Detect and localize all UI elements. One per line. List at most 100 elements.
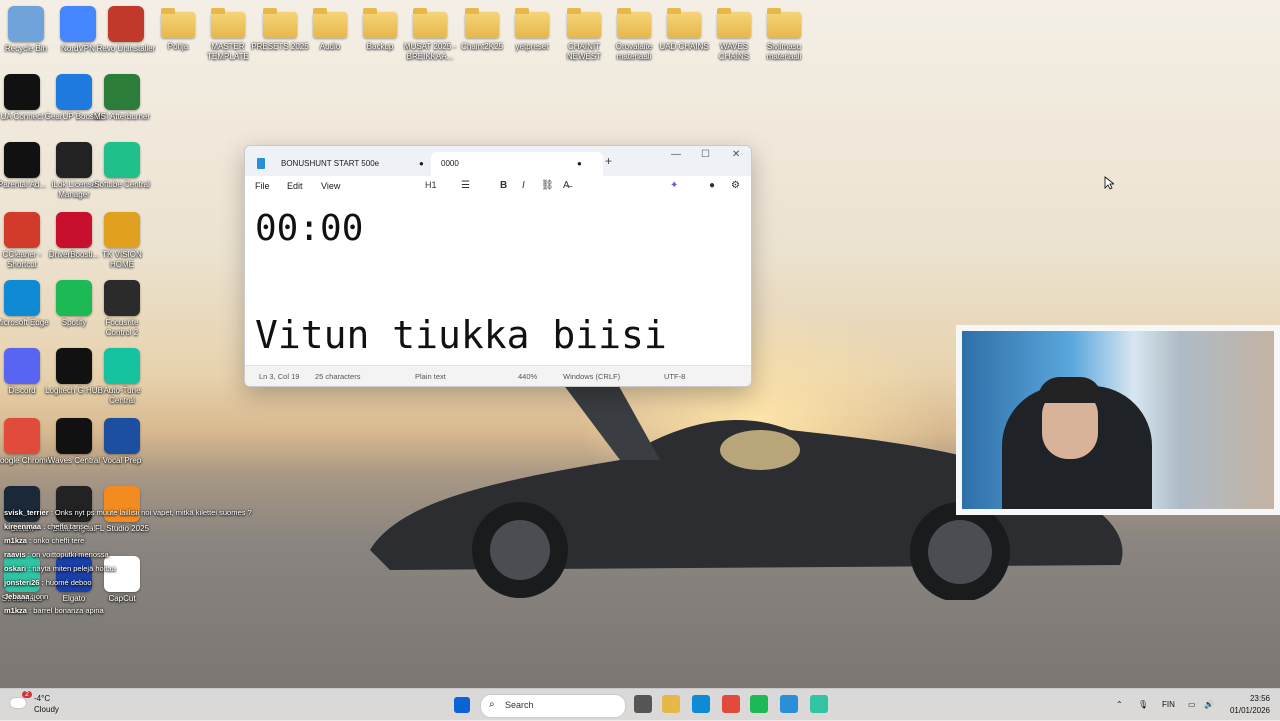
folder-icon <box>767 8 801 38</box>
taskbar: 2 -4°C Cloudy ⌕ Search ⌃ 🎙 FIN ▭ 🔊 23:56… <box>0 688 1280 721</box>
nordvpn-icon <box>60 6 96 42</box>
weather-description[interactable]: Cloudy <box>34 705 59 714</box>
chat-text: cheffo tansei <box>47 522 90 531</box>
streamlabs-taskbar-icon[interactable] <box>810 695 828 713</box>
search-placeholder: Search <box>505 700 534 710</box>
shortcut-label: Auto-Tune Central <box>103 386 141 405</box>
windows-start-icon[interactable] <box>454 697 470 713</box>
webcam-feed <box>962 331 1274 509</box>
folder-shortcut[interactable]: Siviimasu materiaali <box>754 6 814 62</box>
softube-shortcut[interactable]: Softube Central <box>92 142 152 190</box>
weather-cloud-icon[interactable] <box>10 698 26 708</box>
task-view-icon[interactable] <box>634 695 652 713</box>
msi-icon <box>104 74 140 110</box>
tab-label: BONUSHUNT START 500e <box>281 159 380 168</box>
notepad-taskbar-icon[interactable] <box>780 695 798 713</box>
folder-shortcut[interactable]: MASTER TEMPLATE <box>198 6 258 62</box>
autotune-shortcut[interactable]: Auto-Tune Central <box>92 348 152 406</box>
volume-icon[interactable]: 🔊 <box>1204 700 1214 709</box>
notepad-menu-bar: File Edit View H1 ☰ B I ⛓ A̶ ✦ ● ⚙ <box>245 176 751 198</box>
encoding[interactable]: UTF-8 <box>664 372 685 381</box>
menu-file[interactable]: File <box>255 181 270 191</box>
folder-icon <box>263 8 297 38</box>
chat-username: raavis <box>4 550 26 559</box>
revo-shortcut[interactable]: Revo Uninstaller <box>96 6 156 54</box>
notepad-window[interactable]: BONUSHUNT START 500e ● 0000 ● + — ☐ ✕ Fi… <box>244 145 752 387</box>
chat-text: onko cheffi tere <box>33 536 85 545</box>
clear-format-icon[interactable]: A̶ <box>563 180 570 191</box>
spotify-taskbar-icon[interactable] <box>750 695 768 713</box>
menu-view[interactable]: View <box>321 181 340 191</box>
account-icon[interactable]: ● <box>709 180 715 191</box>
parental-advisory-icon <box>4 142 40 178</box>
driverbooster-icon <box>56 212 92 248</box>
notepad-icon <box>257 158 265 169</box>
bold-button[interactable]: B <box>500 180 507 191</box>
msi-shortcut[interactable]: MSI Afterburner <box>92 74 152 122</box>
settings-gear-icon[interactable]: ⚙ <box>731 180 740 191</box>
new-tab-button[interactable]: + <box>605 154 612 168</box>
shortcut-label: Revo Uninstaller <box>96 44 156 53</box>
chat-message: Jebaaa : onn <box>4 590 274 604</box>
shortcut-label: Siviimasu materiaali <box>766 42 802 61</box>
spotify-icon <box>56 280 92 316</box>
minimize-button[interactable]: — <box>671 149 681 160</box>
tk-vision-icon <box>104 212 140 248</box>
notepad-status-bar: Ln 3, Col 19 25 characters Plain text 44… <box>245 365 751 386</box>
chat-text: huomé deboo <box>45 578 92 587</box>
chrome-taskbar-icon[interactable] <box>722 695 740 713</box>
system-clock[interactable]: 23:56 01/01/2026 <box>1226 693 1270 717</box>
menu-edit[interactable]: Edit <box>287 181 303 191</box>
unsaved-dot-icon: ● <box>577 159 582 168</box>
folder-shortcut[interactable]: MUSAT 2025 - BREIKKAA... <box>400 6 460 62</box>
chrome-icon <box>4 418 40 454</box>
line-endings[interactable]: Windows (CRLF) <box>563 372 620 381</box>
chat-username: svisk_terrier <box>4 508 49 517</box>
folder-icon <box>465 8 499 38</box>
folder-icon <box>161 8 195 38</box>
close-button[interactable]: ✕ <box>732 149 740 160</box>
link-icon[interactable]: ⛓ <box>541 180 554 191</box>
character-count: 25 characters <box>315 372 361 381</box>
autotune-icon <box>104 348 140 384</box>
language-indicator[interactable]: FIN <box>1162 700 1175 709</box>
shortcut-label: Softube Central <box>94 180 150 189</box>
shortcut-label: MASTER TEMPLATE <box>207 42 249 61</box>
notepad-editor[interactable]: 00:00 Vitun tiukka biisi <box>255 204 745 364</box>
chat-message: oskari : näytä miten pelejä hoitaa <box>4 562 274 576</box>
tk-vision-shortcut[interactable]: TK VISION HOME <box>92 212 152 270</box>
maximize-button[interactable]: ☐ <box>701 149 710 160</box>
shortcut-label: Focusrite Control 2 <box>105 318 139 337</box>
list-icon[interactable]: ☰ <box>461 180 470 191</box>
edge-taskbar-icon[interactable] <box>692 695 710 713</box>
chat-username: Jebaaa <box>4 592 30 601</box>
zoom-level[interactable]: 440% <box>518 372 537 381</box>
focusrite-shortcut[interactable]: Focusrite Control 2 <box>92 280 152 338</box>
text-format: Plain text <box>415 372 446 381</box>
chat-username: m1kza <box>4 536 27 545</box>
tab-0000[interactable]: 0000 ● <box>431 152 603 176</box>
vocal-prep-shortcut[interactable]: Vocal Prep <box>92 418 152 466</box>
edge-icon <box>4 280 40 316</box>
folder-shortcut[interactable]: yetpreset <box>502 6 562 52</box>
copilot-icon[interactable]: ✦ <box>670 180 678 191</box>
italic-button[interactable]: I <box>522 180 525 191</box>
clock-date: 01/01/2026 <box>1229 706 1270 715</box>
taskbar-search[interactable]: ⌕ Search <box>480 694 626 718</box>
revo-icon <box>108 6 144 42</box>
weather-temperature[interactable]: -4°C <box>34 694 50 703</box>
tab-bonushunt[interactable]: BONUSHUNT START 500e ● <box>245 152 461 176</box>
network-icon[interactable]: ▭ <box>1188 700 1196 709</box>
ua-connect-icon <box>4 74 40 110</box>
shortcut-label: yetpreset <box>515 42 549 51</box>
heading-dropdown[interactable]: H1 <box>425 180 437 190</box>
chat-message: m1kza : barrel bonanza apina <box>4 604 274 618</box>
recycle-bin-icon <box>8 6 44 42</box>
chat-username: m1kza <box>4 606 27 615</box>
chat-message: jonsteri26 : huomé deboo <box>4 576 274 590</box>
tray-overflow-icon[interactable]: ⌃ <box>1116 700 1123 709</box>
microphone-icon[interactable]: 🎙 <box>1138 700 1148 709</box>
shortcut-label: TK VISION HOME <box>102 250 142 269</box>
file-explorer-icon[interactable] <box>662 695 680 713</box>
stream-chat-overlay: svisk_terrier : Onks nyt ps muute lailli… <box>4 506 274 618</box>
